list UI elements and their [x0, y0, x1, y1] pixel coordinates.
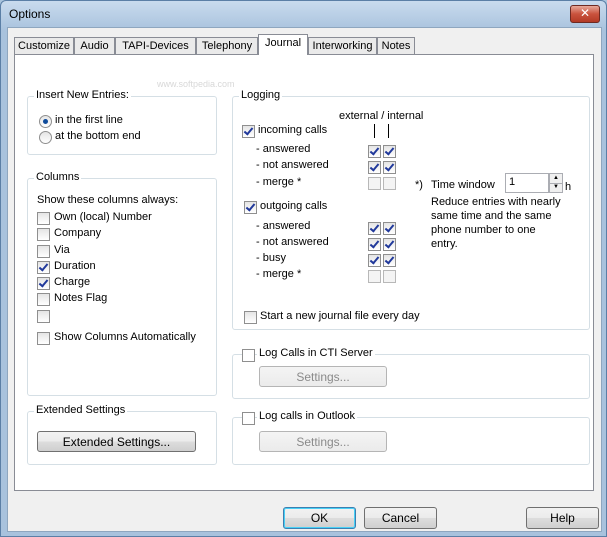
- checkbox-new-journal-file[interactable]: [244, 311, 257, 324]
- incoming-merge-external[interactable]: [368, 177, 381, 190]
- incoming-answered-internal[interactable]: [383, 145, 396, 158]
- incoming-not-answered-label: - not answered: [256, 159, 329, 171]
- checkbox-log-cti[interactable]: [242, 349, 255, 362]
- tab-notes[interactable]: Notes: [377, 37, 415, 54]
- merge-note-line-2: same time and the same: [431, 210, 552, 222]
- radio-bottom-end-label[interactable]: at the bottom end: [55, 130, 141, 142]
- tab-customize[interactable]: Customize: [14, 37, 74, 54]
- outgoing-not-answered-internal[interactable]: [383, 238, 396, 251]
- options-window: Options ✕ Customize Audio TAPI-Devices T…: [0, 0, 607, 537]
- logging-group: Logging external / internal incoming cal…: [232, 89, 590, 330]
- outlook-group: Log calls in Outlook Settings...: [232, 410, 590, 465]
- outgoing-not-answered-label: - not answered: [256, 236, 329, 248]
- checkbox-own-number[interactable]: [37, 212, 50, 225]
- tab-journal[interactable]: Journal: [258, 34, 308, 55]
- insert-new-entries-title: Insert New Entries:: [34, 89, 131, 101]
- radio-first-line-label[interactable]: in the first line: [55, 114, 123, 126]
- outgoing-merge-external[interactable]: [368, 270, 381, 283]
- checkbox-company[interactable]: [37, 228, 50, 241]
- time-window-label: Time window: [431, 179, 495, 191]
- outgoing-calls-label[interactable]: outgoing calls: [260, 200, 327, 212]
- close-icon[interactable]: ✕: [570, 5, 600, 23]
- extended-settings-button[interactable]: Extended Settings...: [37, 431, 196, 452]
- window-title: Options: [9, 7, 51, 21]
- internal-column-line: [388, 124, 389, 138]
- checkbox-unlabeled[interactable]: [37, 310, 50, 323]
- incoming-answered-external[interactable]: [368, 145, 381, 158]
- log-cti-label[interactable]: Log Calls in CTI Server: [257, 347, 375, 359]
- incoming-answered-label: - answered: [256, 143, 311, 155]
- checkbox-duration[interactable]: [37, 261, 50, 274]
- checkbox-notes-flag[interactable]: [37, 293, 50, 306]
- external-column-line: [374, 124, 375, 138]
- radio-bottom-end[interactable]: [39, 131, 52, 144]
- tab-interworking[interactable]: Interworking: [308, 37, 377, 54]
- columns-group: Columns Show these columns always: Own (…: [27, 171, 217, 396]
- tab-telephony[interactable]: Telephony: [196, 37, 258, 54]
- checkbox-via-label[interactable]: Via: [54, 244, 70, 256]
- outgoing-not-answered-external[interactable]: [368, 238, 381, 251]
- time-window-input[interactable]: 1: [505, 173, 549, 193]
- external-internal-header: external / internal: [339, 110, 424, 122]
- columns-title: Columns: [34, 171, 82, 183]
- incoming-not-answered-internal[interactable]: [383, 161, 396, 174]
- checkbox-duration-label[interactable]: Duration: [54, 260, 96, 272]
- incoming-not-answered-external[interactable]: [368, 161, 381, 174]
- cancel-button[interactable]: Cancel: [364, 507, 437, 529]
- checkbox-log-outlook[interactable]: [242, 412, 255, 425]
- checkbox-own-number-label[interactable]: Own (local) Number: [54, 211, 152, 223]
- outgoing-answered-external[interactable]: [368, 222, 381, 235]
- spin-down-icon[interactable]: ▼: [550, 183, 562, 192]
- log-outlook-label[interactable]: Log calls in Outlook: [257, 410, 357, 422]
- cti-group: Log Calls in CTI Server Settings...: [232, 347, 590, 399]
- extended-settings-title: Extended Settings: [34, 404, 128, 416]
- outgoing-answered-internal[interactable]: [383, 222, 396, 235]
- outgoing-busy-internal[interactable]: [383, 254, 396, 267]
- dialog-client: Customize Audio TAPI-Devices Telephony J…: [7, 27, 602, 532]
- checkbox-show-columns-auto-label[interactable]: Show Columns Automatically: [54, 331, 196, 343]
- time-window-marker: *): [415, 179, 423, 191]
- logging-title: Logging: [239, 89, 283, 101]
- checkbox-show-columns-auto[interactable]: [37, 332, 50, 345]
- outgoing-merge-label: - merge *: [256, 268, 302, 280]
- ok-button[interactable]: OK: [283, 507, 356, 529]
- merge-note-line-4: entry.: [431, 238, 458, 250]
- checkbox-charge-label[interactable]: Charge: [54, 276, 90, 288]
- incoming-merge-internal[interactable]: [383, 177, 396, 190]
- merge-note-line-1: Reduce entries with nearly: [431, 196, 561, 208]
- extended-settings-group: Extended Settings Extended Settings...: [27, 404, 217, 465]
- new-journal-file-label[interactable]: Start a new journal file every day: [260, 310, 420, 322]
- incoming-calls-label[interactable]: incoming calls: [258, 124, 327, 136]
- time-window-spinner[interactable]: ▲ ▼: [549, 173, 563, 193]
- outgoing-answered-label: - answered: [256, 220, 311, 232]
- time-window-unit: h: [565, 181, 572, 193]
- cti-settings-button[interactable]: Settings...: [259, 366, 387, 387]
- journal-panel: www.softpedia.com Insert New Entries: in…: [14, 54, 594, 491]
- outgoing-busy-label: - busy: [256, 252, 286, 264]
- tab-audio[interactable]: Audio: [74, 37, 115, 54]
- outgoing-merge-internal[interactable]: [383, 270, 396, 283]
- outgoing-busy-external[interactable]: [368, 254, 381, 267]
- tab-tapi-devices[interactable]: TAPI-Devices: [115, 37, 196, 54]
- insert-new-entries-group: Insert New Entries: in the first line at…: [27, 89, 217, 155]
- checkbox-outgoing-calls[interactable]: [244, 201, 257, 214]
- checkbox-charge[interactable]: [37, 277, 50, 290]
- outlook-settings-button[interactable]: Settings...: [259, 431, 387, 452]
- checkbox-via[interactable]: [37, 245, 50, 258]
- checkbox-company-label[interactable]: Company: [54, 227, 101, 239]
- incoming-merge-label: - merge *: [256, 176, 302, 188]
- checkbox-incoming-calls[interactable]: [242, 125, 255, 138]
- merge-note-line-3: phone number to one: [431, 224, 536, 236]
- watermark: www.softpedia.com: [157, 79, 235, 89]
- checkbox-notes-flag-label[interactable]: Notes Flag: [54, 292, 107, 304]
- help-button[interactable]: Help: [526, 507, 599, 529]
- radio-first-line[interactable]: [39, 115, 52, 128]
- title-bar[interactable]: Options ✕: [1, 1, 606, 27]
- columns-subtitle: Show these columns always:: [37, 194, 179, 206]
